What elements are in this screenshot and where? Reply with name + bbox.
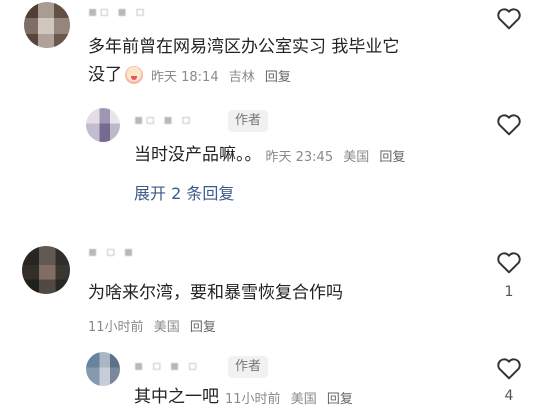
avatar[interactable] (86, 352, 120, 386)
comment-text: 为啥来尔湾，要和暴雪恢复合作吗 (88, 283, 343, 303)
comment-time: 昨天 23:45 (265, 149, 334, 165)
avatar[interactable] (86, 108, 120, 142)
like-count: 1 (504, 284, 514, 300)
comment-second-line: 没了 昨天 18:14 吉林 回复 (88, 62, 297, 88)
comment-time: 11小时前 (88, 320, 144, 335)
comment-meta: 昨天 18:14 吉林 回复 (151, 66, 297, 85)
comment-text: 当时没产品嘛。。 (134, 145, 262, 165)
comment-location: 美国 (153, 320, 180, 335)
comment-meta: 11小时前 美国 回复 (88, 316, 222, 335)
author-badge: 作者 (228, 356, 269, 378)
comment-time: 11小时前 (225, 391, 281, 407)
avatar[interactable] (24, 2, 70, 48)
heart-outline-icon[interactable] (496, 356, 522, 380)
comment-location: 美国 (343, 149, 370, 165)
comment-meta: 昨天 23:45 美国 回复 (266, 146, 412, 165)
like-count: 4 (504, 388, 514, 404)
avatar[interactable] (22, 246, 70, 294)
comment-location: 美国 (290, 391, 317, 407)
username[interactable]: ▪ ▫ ▪ ▫ (134, 358, 199, 374)
heart-outline-icon[interactable] (496, 112, 522, 136)
reply-button[interactable]: 回复 (327, 392, 353, 407)
username[interactable]: ▪▫ ▪ ▫ (134, 112, 193, 128)
author-badge: 作者 (228, 110, 269, 132)
comment-location: 吉林 (228, 69, 255, 85)
reply-button[interactable]: 回复 (265, 70, 291, 85)
heart-outline-icon[interactable] (496, 250, 522, 274)
comment-line: 其中之一吧 11小时前 美国 回复 (134, 384, 359, 410)
reply-button[interactable]: 回复 (379, 150, 405, 165)
reply-button[interactable]: 回复 (190, 320, 216, 335)
crying-face-emoji-icon (125, 66, 143, 84)
heart-outline-icon[interactable] (496, 6, 522, 30)
comment-meta: 11小时前 美国 回复 (225, 388, 359, 407)
comment-text: 没了 (88, 65, 122, 85)
comment-time: 昨天 18:14 (151, 69, 219, 85)
expand-replies-link[interactable]: 展开 2 条回复 (134, 180, 234, 204)
username[interactable]: ▪▫ ▪ ▫ (88, 4, 147, 20)
comment-line: 当时没产品嘛。。 昨天 23:45 美国 回复 (134, 142, 411, 168)
comment-text: 其中之一吧 (134, 387, 219, 407)
comment-text: 多年前曾在网易湾区办公室实习 我毕业它 (88, 37, 400, 57)
username[interactable]: ▪ ▫ ▪ (88, 244, 135, 260)
